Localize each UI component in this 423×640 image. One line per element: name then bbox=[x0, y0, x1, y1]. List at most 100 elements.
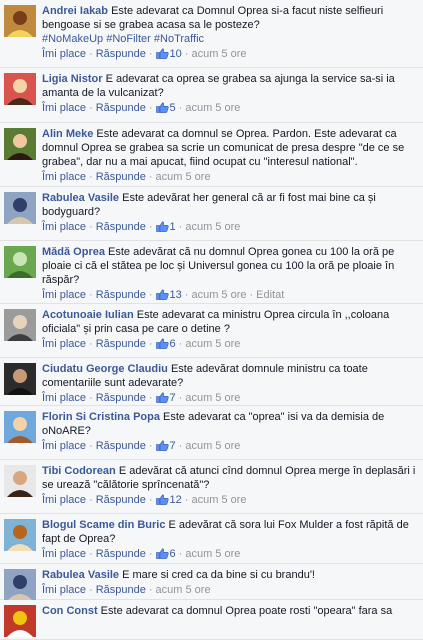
comment-author[interactable]: Tibi Codorean bbox=[42, 465, 116, 477]
comment-actions: Îmi place · Răspunde · 1 · acum 5 ore bbox=[42, 221, 241, 233]
reply-link[interactable]: Răspunde bbox=[96, 289, 146, 301]
avatar[interactable] bbox=[4, 309, 36, 341]
reply-link[interactable]: Răspunde bbox=[96, 221, 146, 233]
like-link[interactable]: Îmi place bbox=[42, 102, 86, 114]
comment-item: Rabulea Vasile Este adevărat her general… bbox=[0, 187, 423, 241]
like-count[interactable]: 13 bbox=[170, 289, 182, 301]
thumbs-up-icon bbox=[155, 221, 169, 232]
comment-timestamp[interactable]: acum 5 ore bbox=[156, 171, 211, 183]
comment-item: Alin Meke Este adevarat ca domnul se Opr… bbox=[0, 123, 423, 187]
comment-actions: Îmi place · Răspunde · 13 · acum 5 ore · Editat bbox=[42, 289, 285, 301]
comment-timestamp[interactable]: acum 5 ore bbox=[185, 102, 240, 114]
comment-body: Florin Si Cristina Popa Este adevarat ca… bbox=[42, 410, 417, 453]
like-link[interactable]: Îmi place bbox=[42, 440, 86, 452]
comment-timestamp[interactable]: acum 5 ore bbox=[185, 221, 240, 233]
comment-text: Este adevarat ca domnul se Oprea. Pardon… bbox=[42, 128, 405, 168]
comment-author[interactable]: Ligia Nistor bbox=[42, 73, 103, 85]
reply-link[interactable]: Răspunde bbox=[96, 584, 146, 596]
like-link[interactable]: Îmi place bbox=[42, 494, 86, 506]
comment-actions: Îmi place · Răspunde · 7 · acum 5 ore bbox=[42, 392, 241, 404]
comment-actions: Îmi place · Răspunde · 7 · acum 5 ore bbox=[42, 440, 241, 452]
like-count[interactable]: 6 bbox=[170, 338, 176, 350]
thumbs-up-icon bbox=[155, 48, 169, 59]
comment-timestamp[interactable]: acum 5 ore bbox=[185, 338, 240, 350]
avatar[interactable] bbox=[4, 465, 36, 497]
reply-link[interactable]: Răspunde bbox=[96, 392, 146, 404]
comment-timestamp[interactable]: acum 5 ore bbox=[191, 494, 246, 506]
comment-body: Mădă Oprea Este adevărat că nu domnul Op… bbox=[42, 245, 417, 302]
like-link[interactable]: Îmi place bbox=[42, 548, 86, 560]
reply-link[interactable]: Răspunde bbox=[96, 48, 146, 60]
comment-timestamp[interactable]: acum 5 ore bbox=[185, 548, 240, 560]
comment-body: Ciudatu George Claudiu Este adevărat dom… bbox=[42, 362, 417, 405]
comment-text: Este adevarat ca domnul Oprea poate rost… bbox=[100, 605, 393, 617]
comment-author[interactable]: Florin Si Cristina Popa bbox=[42, 411, 160, 423]
comment-item: Acotunoaie Iulian Este adevarat ca minis… bbox=[0, 304, 423, 358]
comment-author[interactable]: Blogul Scame din Buric bbox=[42, 519, 165, 531]
comment-timestamp[interactable]: acum 5 ore bbox=[191, 289, 246, 301]
hashtag-link[interactable]: #NoMakeUp bbox=[42, 33, 103, 45]
like-link[interactable]: Îmi place bbox=[42, 171, 86, 183]
comment-actions: Îmi place · Răspunde · 12 · acum 5 ore bbox=[42, 494, 247, 506]
comment-body: Andrei Iakab Este adevarat ca Domnul Opr… bbox=[42, 4, 417, 61]
like-link[interactable]: Îmi place bbox=[42, 338, 86, 350]
comment-author[interactable]: Mădă Oprea bbox=[42, 246, 105, 258]
comment-item: Blogul Scame din Buric E adevărat că sor… bbox=[0, 514, 423, 564]
reply-link[interactable]: Răspunde bbox=[96, 338, 146, 350]
comment-author[interactable]: Con Const bbox=[42, 605, 98, 617]
comment-author[interactable]: Ciudatu George Claudiu bbox=[42, 363, 168, 375]
like-count[interactable]: 6 bbox=[170, 548, 176, 560]
comment-timestamp[interactable]: acum 5 ore bbox=[191, 48, 246, 60]
like-count[interactable]: 5 bbox=[170, 102, 176, 114]
reply-link[interactable]: Răspunde bbox=[96, 548, 146, 560]
comment-actions: Îmi place · Răspunde · 6 · acum 5 ore bbox=[42, 338, 241, 350]
hashtag-link[interactable]: #NoFilter bbox=[106, 33, 151, 45]
comment-timestamp[interactable]: acum 5 ore bbox=[185, 392, 240, 404]
reply-link[interactable]: Răspunde bbox=[96, 102, 146, 114]
like-count[interactable]: 1 bbox=[170, 221, 176, 233]
comment-timestamp[interactable]: acum 5 ore bbox=[156, 584, 211, 596]
comment-body: Tibi Codorean E adevărat că atunci cînd … bbox=[42, 464, 417, 507]
like-count[interactable]: 7 bbox=[170, 392, 176, 404]
avatar[interactable] bbox=[4, 605, 36, 637]
like-link[interactable]: Îmi place bbox=[42, 221, 86, 233]
comment-author[interactable]: Alin Meke bbox=[42, 128, 93, 140]
like-link[interactable]: Îmi place bbox=[42, 48, 86, 60]
like-count[interactable]: 12 bbox=[170, 494, 182, 506]
like-count[interactable]: 10 bbox=[170, 48, 182, 60]
thumbs-up-icon bbox=[155, 289, 169, 300]
avatar[interactable] bbox=[4, 246, 36, 278]
thumbs-up-icon bbox=[155, 338, 169, 349]
comment-actions: Îmi place · Răspunde · acum 5 ore bbox=[42, 171, 211, 183]
edited-label[interactable]: Editat bbox=[256, 289, 284, 301]
reply-link[interactable]: Răspunde bbox=[96, 171, 146, 183]
comment-item: Tibi Codorean E adevărat că atunci cînd … bbox=[0, 460, 423, 514]
avatar[interactable] bbox=[4, 569, 36, 601]
comment-actions: Îmi place · Răspunde · 6 · acum 5 ore bbox=[42, 548, 241, 560]
avatar[interactable] bbox=[4, 363, 36, 395]
like-link[interactable]: Îmi place bbox=[42, 584, 86, 596]
avatar[interactable] bbox=[4, 192, 36, 224]
avatar[interactable] bbox=[4, 128, 36, 160]
hashtag-link[interactable]: #NoTraffic bbox=[154, 33, 204, 45]
avatar[interactable] bbox=[4, 5, 36, 37]
comment-author[interactable]: Andrei Iakab bbox=[42, 5, 108, 17]
reply-link[interactable]: Răspunde bbox=[96, 440, 146, 452]
comment-body: Con Const Este adevarat ca domnul Oprea … bbox=[42, 604, 417, 618]
comment-actions: Îmi place · Răspunde · acum 5 ore bbox=[42, 584, 211, 596]
avatar[interactable] bbox=[4, 519, 36, 551]
reply-link[interactable]: Răspunde bbox=[96, 494, 146, 506]
comment-timestamp[interactable]: acum 5 ore bbox=[185, 440, 240, 452]
like-link[interactable]: Îmi place bbox=[42, 392, 86, 404]
avatar[interactable] bbox=[4, 411, 36, 443]
thumbs-up-icon bbox=[155, 440, 169, 451]
comment-author[interactable]: Acotunoaie Iulian bbox=[42, 309, 134, 321]
like-count[interactable]: 7 bbox=[170, 440, 176, 452]
thumbs-up-icon bbox=[155, 392, 169, 403]
like-link[interactable]: Îmi place bbox=[42, 289, 86, 301]
comment-actions: Îmi place · Răspunde · 10 · acum 5 ore bbox=[42, 48, 247, 60]
avatar[interactable] bbox=[4, 73, 36, 105]
comment-author[interactable]: Rabulea Vasile bbox=[42, 569, 119, 581]
comment-author[interactable]: Rabulea Vasile bbox=[42, 192, 119, 204]
comment-body: Alin Meke Este adevarat ca domnul se Opr… bbox=[42, 127, 417, 184]
